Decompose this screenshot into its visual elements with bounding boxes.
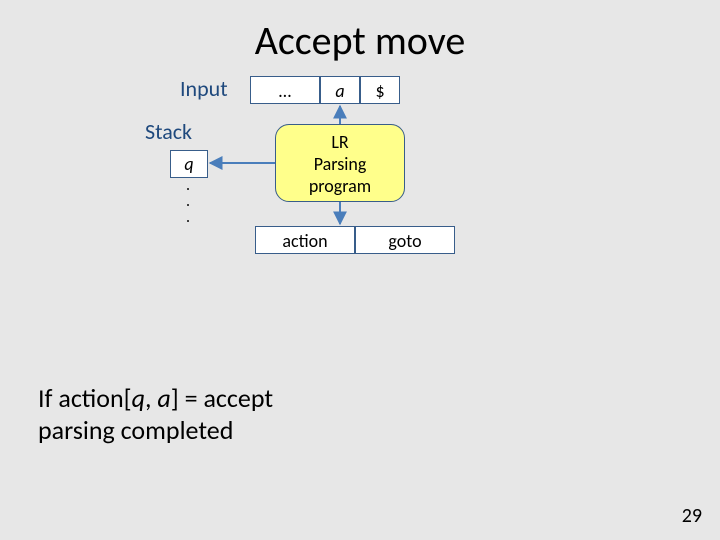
slide-title: Accept move: [0, 16, 720, 65]
parser-line3: program: [276, 175, 404, 197]
action-table: action: [255, 226, 355, 254]
parser-line1: LR: [276, 131, 404, 153]
caption: If action[q, a] = accept parsing complet…: [38, 382, 273, 446]
stack-top: q: [170, 150, 208, 178]
goto-table: goto: [355, 226, 455, 254]
stack-ellipsis: . . .: [182, 178, 194, 226]
parser-box: LR Parsing program: [275, 124, 405, 202]
input-cell-end: $: [360, 76, 400, 104]
parse-tables: action goto: [255, 226, 455, 254]
page-number: 29: [682, 504, 702, 528]
input-cell-a: a: [320, 76, 360, 104]
input-tape: … a $: [250, 76, 400, 104]
input-label: Input: [180, 75, 228, 102]
input-cell-ellipsis: …: [250, 76, 320, 104]
parser-line2: Parsing: [276, 153, 404, 175]
stack-label: Stack: [145, 118, 192, 145]
